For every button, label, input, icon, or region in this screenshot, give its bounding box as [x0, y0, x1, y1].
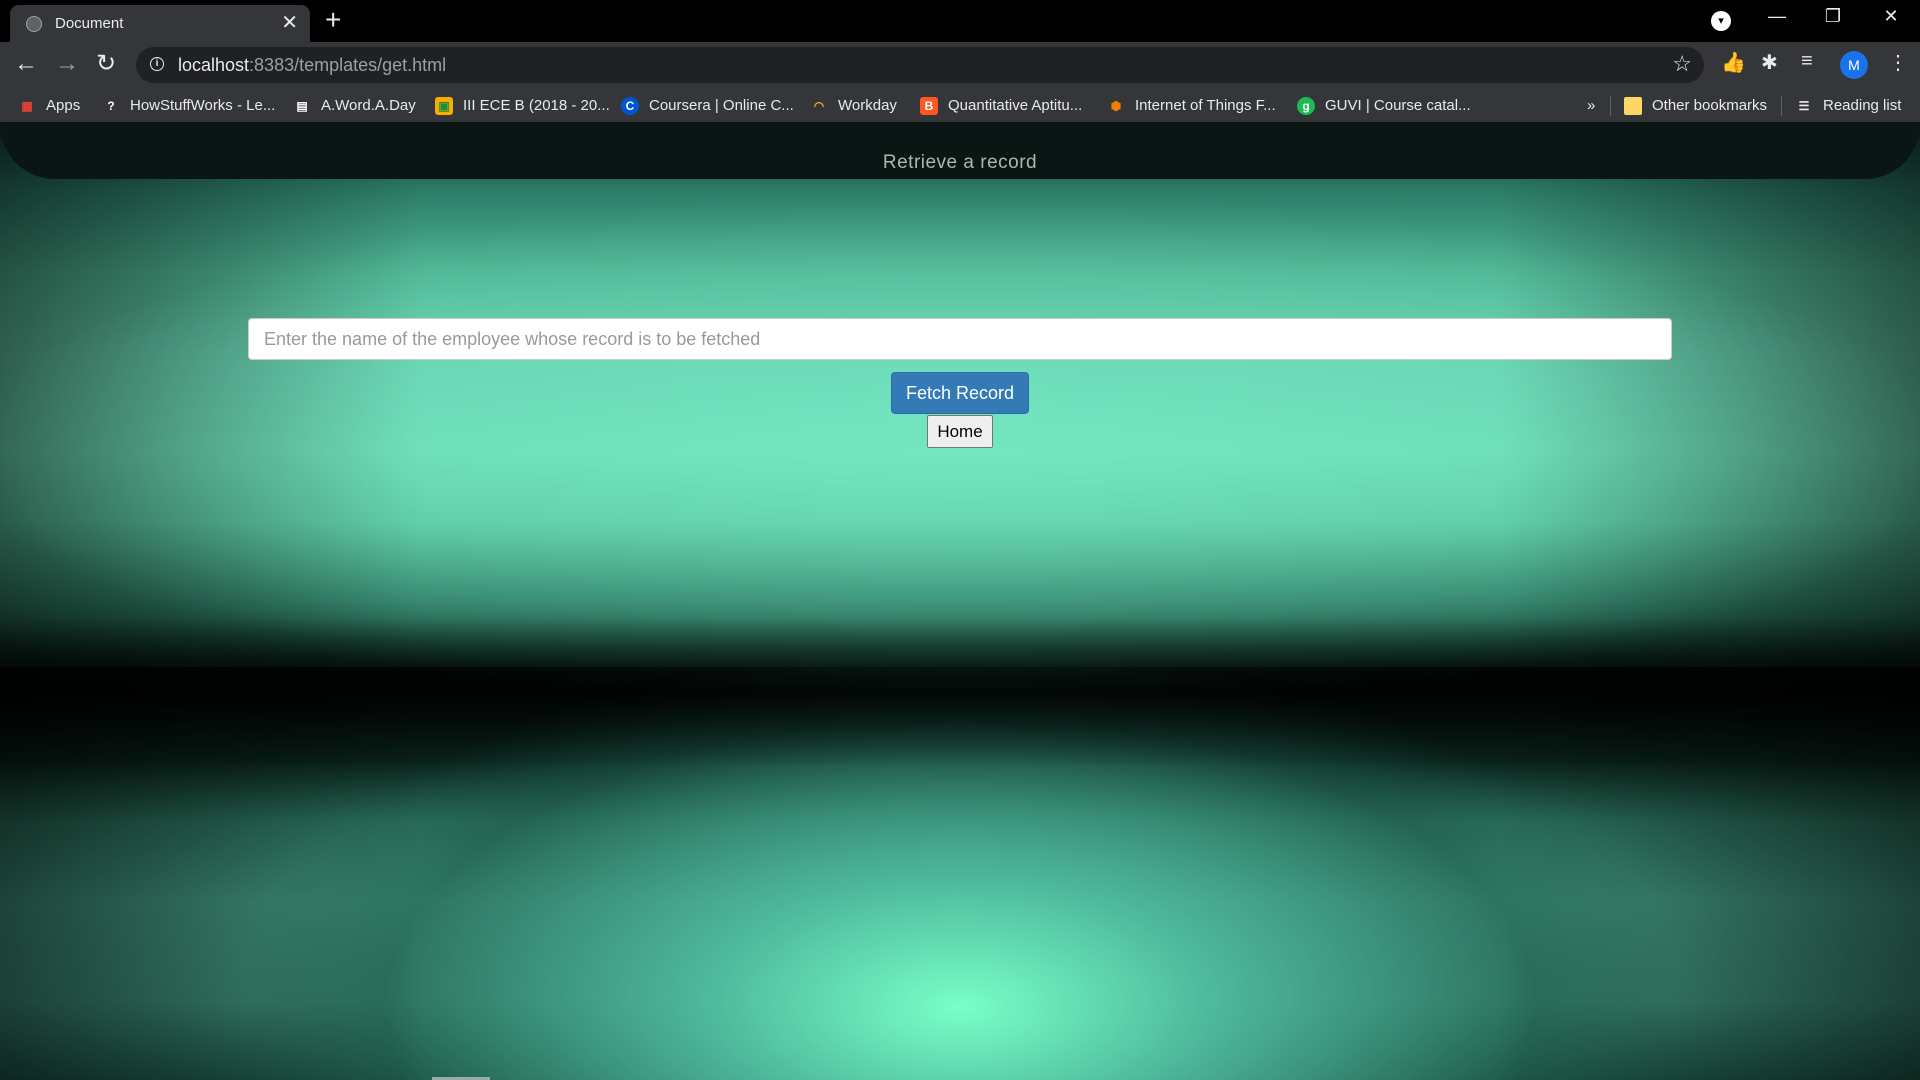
folder-icon	[1624, 97, 1642, 116]
home-button[interactable]: Home	[927, 415, 993, 448]
window-close-button[interactable]: ✕	[1876, 6, 1906, 27]
cube-icon: ⬢	[1110, 99, 1122, 114]
restore-button[interactable]: ❐	[1818, 6, 1848, 27]
chevron-down-icon[interactable]: ▾	[1711, 11, 1731, 31]
minimize-button[interactable]: —	[1762, 6, 1792, 27]
media-queue-icon[interactable]: ≡	[1801, 50, 1813, 73]
bookmark-coursera[interactable]: C Coursera | Online C...	[621, 96, 794, 116]
more-menu-icon[interactable]: ⋮	[1888, 50, 1908, 75]
reading-list[interactable]: ☰ Reading list	[1795, 96, 1902, 116]
thumbs-up-extension-icon[interactable]: 👍	[1721, 50, 1746, 75]
bookmark-guvi[interactable]: g GUVI | Course catal...	[1297, 96, 1471, 116]
bookmark-star-icon[interactable]: ☆	[1672, 51, 1692, 77]
puzzle-extensions-icon[interactable]: ✱	[1761, 50, 1778, 75]
bookmark-iot[interactable]: ⬢ Internet of Things F...	[1107, 96, 1276, 116]
bookmarks-overflow-button[interactable]: »	[1587, 96, 1595, 116]
employee-name-input[interactable]	[248, 318, 1672, 360]
reload-icon[interactable]: ↻	[96, 52, 116, 76]
bookmark-apps[interactable]: ▦ Apps	[18, 96, 80, 116]
address-bar[interactable]: i localhost:8383/templates/get.html ☆	[136, 47, 1704, 83]
reading-list-icon: ☰	[1798, 99, 1810, 114]
avatar[interactable]: M	[1840, 51, 1868, 79]
page-title: Retrieve a record	[882, 152, 1038, 173]
other-bookmarks[interactable]: Other bookmarks	[1624, 96, 1767, 116]
info-icon[interactable]: i	[150, 57, 164, 71]
bookmark-quantitative[interactable]: B Quantitative Aptitu...	[920, 96, 1082, 116]
page-header: Retrieve a record	[0, 122, 1920, 179]
bookmark-howstuffworks[interactable]: ? HowStuffWorks - Le...	[102, 96, 275, 116]
bookmarks-bar: ▦ Apps ? HowStuffWorks - Le... ▤ A.Word.A.D…	[0, 88, 1920, 122]
bookmarks-divider	[1610, 96, 1611, 116]
coursera-icon: C	[621, 97, 639, 116]
classroom-icon: ▣	[435, 97, 453, 116]
tab-strip: Document ✕ + ▾ — ❐ ✕	[0, 0, 1920, 42]
bookmark-classroom[interactable]: ▣ III ECE B (2018 - 20...	[435, 96, 610, 116]
fetch-record-button[interactable]: Fetch Record	[891, 372, 1029, 414]
workday-icon: ◠	[813, 99, 825, 114]
tab-close-icon[interactable]: ✕	[281, 11, 298, 35]
blogger-icon: B	[920, 97, 938, 116]
globe-icon	[26, 16, 42, 32]
browser-tab[interactable]: Document ✕	[10, 5, 310, 42]
new-tab-button[interactable]: +	[325, 6, 341, 34]
dictionary-icon: ▤	[296, 99, 308, 114]
guvi-icon: g	[1297, 97, 1315, 116]
forward-arrow-icon[interactable]: →	[55, 52, 79, 76]
bookmark-workday[interactable]: ◠ Workday	[810, 96, 897, 116]
bookmarks-divider	[1781, 96, 1782, 116]
question-icon: ?	[107, 99, 115, 114]
back-arrow-icon[interactable]: ←	[14, 52, 38, 76]
apps-grid-icon: ▦	[21, 99, 33, 114]
url-text[interactable]: localhost:8383/templates/get.html	[178, 55, 446, 76]
background-band	[0, 617, 1920, 767]
page-viewport: Retrieve a record Fetch Record Home	[0, 122, 1920, 1080]
browser-toolbar: ← → ↻ i localhost:8383/templates/get.htm…	[0, 42, 1920, 88]
bookmark-awordaday[interactable]: ▤ A.Word.A.Day	[293, 96, 415, 116]
tab-title: Document	[55, 15, 124, 32]
